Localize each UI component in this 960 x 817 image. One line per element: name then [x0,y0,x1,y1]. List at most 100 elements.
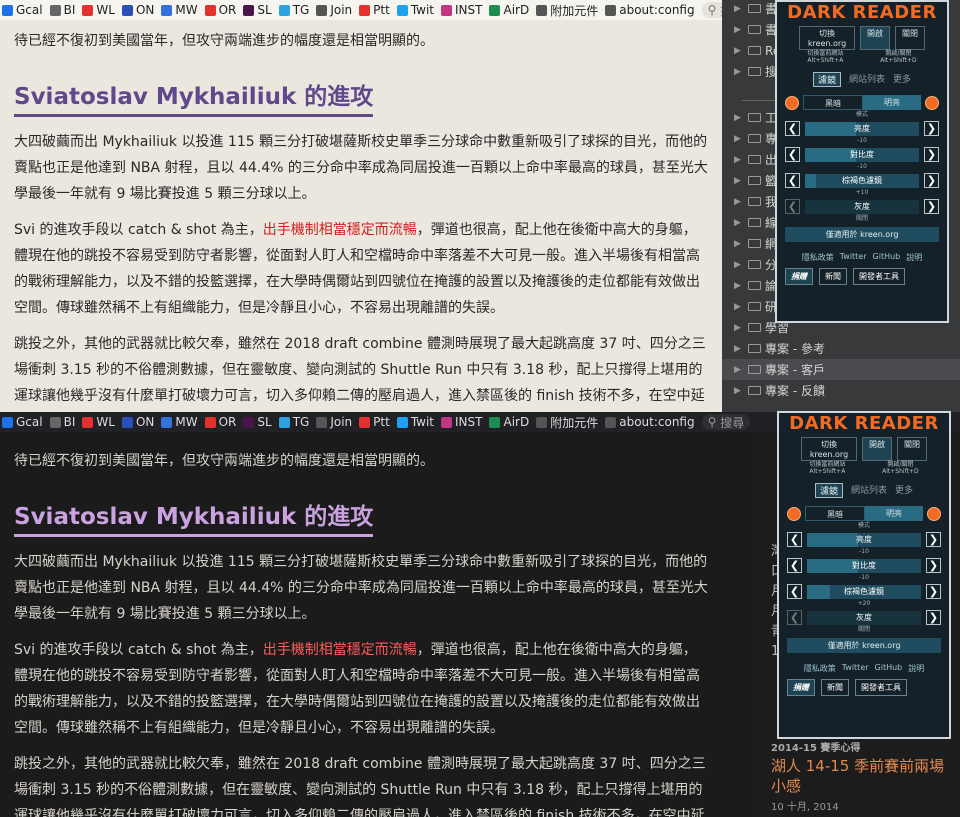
chevron-left-icon[interactable]: ❮ [785,147,800,162]
bookmark-item[interactable]: Gcal [2,3,43,17]
mode-toggle[interactable]: 黑暗 明亮 [803,95,921,110]
privacy-link[interactable]: 隱私政策 [802,252,834,263]
bookmark-item[interactable]: WL [82,3,115,17]
sepia-slider[interactable]: ❮ 棕褐色濾鏡 ❯ [787,584,941,599]
brightness-slider[interactable]: ❮ 亮度 ❯ [785,121,939,136]
chevron-left-icon[interactable]: ❮ [787,532,802,547]
chevron-left-icon[interactable]: ❮ [785,173,800,188]
bookmark-item[interactable]: SL [243,415,272,429]
bookmark-item[interactable]: INST [441,3,482,17]
tab-filter[interactable]: 濾鏡 [812,72,841,87]
mode-light-option[interactable]: 明亮 [865,506,923,521]
mode-toggle[interactable]: 黑暗 明亮 [805,506,923,521]
bookmark-item[interactable]: Gcal [2,415,43,429]
bookmark-item[interactable]: BI [49,415,75,429]
toggle-site-button[interactable]: 切換 kreen.org [799,26,855,50]
contrast-slider[interactable]: ❮ 對比度 ❯ [787,558,941,573]
bookmark-item[interactable]: Ptt [359,3,390,17]
chevron-right-icon[interactable]: ❯ [924,199,939,214]
bookmark-item[interactable]: MW [161,3,198,17]
brightness-track[interactable]: 亮度 [807,532,921,547]
bookmark-item[interactable]: TG [278,415,309,429]
tab-filter[interactable]: 濾鏡 [814,483,843,498]
brightness-track[interactable]: 亮度 [805,121,919,136]
github-link[interactable]: GitHub [875,663,903,674]
grayscale-track[interactable]: 灰度 [807,610,921,625]
help-link[interactable]: 說明 [908,663,924,674]
sidebar-folder[interactable]: ▶ 專案 - 參考 [722,338,960,359]
bookmark-item[interactable]: ON [121,415,154,429]
search-input[interactable]: ⚲ 搜尋 [701,414,751,430]
post-title-link[interactable]: 湖人 14-15 季前賽前兩場小感 [771,756,951,796]
bookmark-item[interactable]: OR [204,415,236,429]
github-link[interactable]: GitHub [873,252,901,263]
dark-mode-icon[interactable] [787,506,801,521]
off-button[interactable]: 關閉 [897,437,927,461]
on-button[interactable]: 開啟 [860,26,890,50]
chevron-left-icon[interactable]: ❮ [787,610,802,625]
bookmark-item[interactable]: WL [82,415,115,429]
bookmark-item[interactable]: Twit [396,3,434,17]
bookmark-item[interactable]: Twit [396,415,434,429]
bookmark-item[interactable]: BI [49,3,75,17]
bookmark-item[interactable]: ON [121,3,154,17]
post-category[interactable]: 2014-15 賽季心得 [771,739,860,754]
contrast-track[interactable]: 對比度 [805,147,919,162]
twitter-link[interactable]: Twitter [842,663,869,674]
chevron-right-icon[interactable]: ❯ [926,558,941,573]
dark-mode-icon[interactable] [785,95,799,110]
chevron-right-icon[interactable]: ❯ [926,532,941,547]
chevron-left-icon[interactable]: ❮ [787,584,802,599]
chevron-left-icon[interactable]: ❮ [785,199,800,214]
tab-more[interactable]: 更多 [893,72,911,87]
toggle-site-button[interactable]: 切換 kreen.org [801,437,857,461]
sepia-track[interactable]: 棕褐色濾鏡 [807,584,921,599]
privacy-link[interactable]: 隱私政策 [804,663,836,674]
tab-site-list[interactable]: 網站列表 [851,483,887,498]
chevron-right-icon[interactable]: ❯ [924,121,939,136]
donate-button[interactable]: 捐贈 [785,268,813,285]
grayscale-slider[interactable]: ❮ 灰度 ❯ [787,610,941,625]
bookmark-item[interactable]: AirD [489,3,529,17]
contrast-slider[interactable]: ❮ 對比度 ❯ [785,147,939,162]
chevron-right-icon[interactable]: ❯ [924,147,939,162]
bookmark-item[interactable]: Join [316,3,352,17]
chevron-right-icon[interactable]: ❯ [926,610,941,625]
tab-site-list[interactable]: 網站列表 [849,72,885,87]
bookmark-item[interactable]: Ptt [359,415,390,429]
mode-dark-option[interactable]: 黑暗 [805,506,865,521]
bookmark-item[interactable]: MW [161,415,198,429]
bookmark-item[interactable]: TG [278,3,309,17]
site-only-button[interactable]: 僅適用於 kreen.org [785,227,939,242]
sepia-slider[interactable]: ❮ 棕褐色濾鏡 ❯ [785,173,939,188]
bookmark-item[interactable]: about:config [605,3,695,17]
grayscale-slider[interactable]: ❮ 灰度 ❯ [785,199,939,214]
bookmark-item[interactable]: INST [441,415,482,429]
light-mode-icon[interactable] [925,95,939,110]
twitter-link[interactable]: Twitter [840,252,867,263]
off-button[interactable]: 關閉 [895,26,925,50]
sidebar-folder[interactable]: ▶ 專案 - 客戶 [722,359,960,380]
chevron-left-icon[interactable]: ❮ [787,558,802,573]
bookmark-item[interactable]: SL [243,3,272,17]
grayscale-track[interactable]: 灰度 [805,199,919,214]
devtools-button[interactable]: 開發者工具 [855,679,907,696]
on-button[interactable]: 開啟 [862,437,892,461]
donate-button[interactable]: 捐贈 [787,679,815,696]
chevron-left-icon[interactable]: ❮ [785,121,800,136]
contrast-track[interactable]: 對比度 [807,558,921,573]
light-mode-icon[interactable] [927,506,941,521]
news-button[interactable]: 新聞 [819,268,847,285]
bookmark-item[interactable]: 附加元件 [536,414,598,431]
bookmark-item[interactable]: OR [204,3,236,17]
devtools-button[interactable]: 開發者工具 [853,268,905,285]
mode-dark-option[interactable]: 黑暗 [803,95,863,110]
sidebar-folder[interactable]: ▶ 專案 - 反饋 [722,380,960,401]
sepia-track[interactable]: 棕褐色濾鏡 [805,173,919,188]
brightness-slider[interactable]: ❮ 亮度 ❯ [787,532,941,547]
help-link[interactable]: 說明 [906,252,922,263]
bookmark-item[interactable]: AirD [489,415,529,429]
chevron-right-icon[interactable]: ❯ [924,173,939,188]
mode-light-option[interactable]: 明亮 [863,95,921,110]
bookmark-item[interactable]: 附加元件 [536,2,598,19]
